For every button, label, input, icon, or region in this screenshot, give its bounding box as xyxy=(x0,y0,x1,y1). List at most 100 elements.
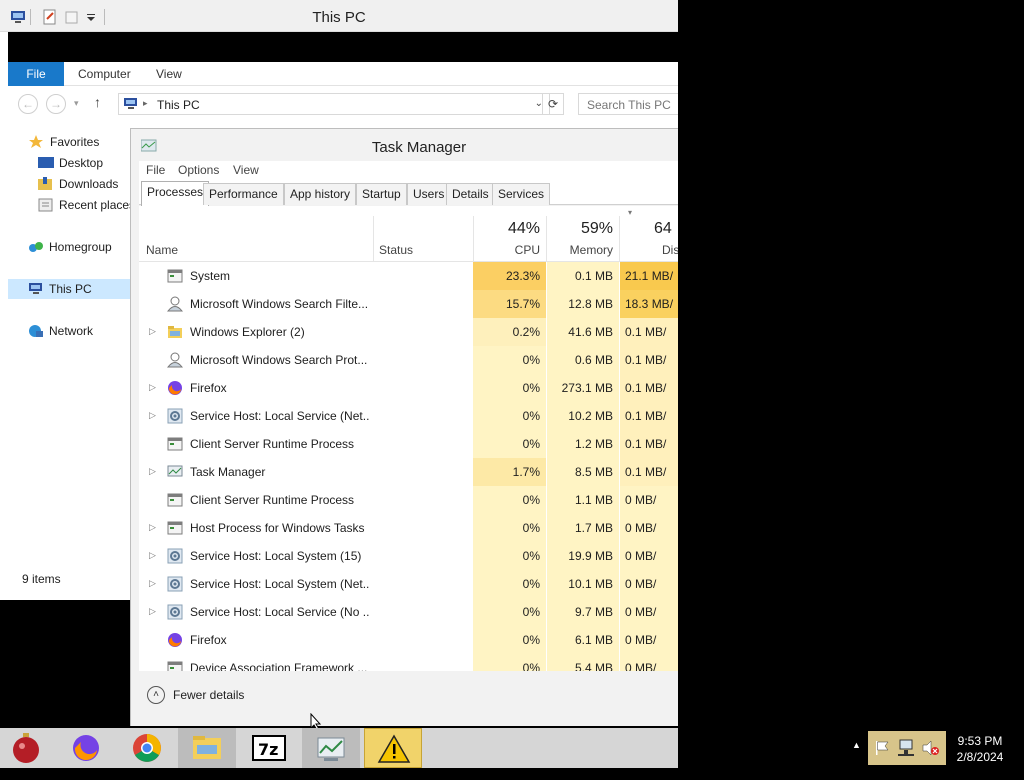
table-row[interactable]: ▷ Service Host: Local Service (No ... 0% 9.… xyxy=(139,598,678,626)
disk-value: 18.3 MB/ xyxy=(625,297,674,311)
nav-this-pc[interactable]: This PC xyxy=(8,279,130,299)
table-row[interactable]: Client Server Runtime Process 0% 1.2 MB 0.1… xyxy=(139,430,678,458)
process-name: System xyxy=(190,269,231,283)
column-cpu[interactable]: CPU xyxy=(473,243,540,257)
nav-label: This PC xyxy=(49,282,92,296)
expand-arrow-icon[interactable]: ▷ xyxy=(149,382,156,393)
refresh-button[interactable]: ⟳ xyxy=(542,93,564,115)
action-center-flag-icon[interactable] xyxy=(874,740,890,780)
column-name[interactable]: Name xyxy=(146,243,178,257)
taskbar: 7z ▲ 9:53 PM 2/8/2024 xyxy=(0,728,1024,768)
expand-arrow-icon[interactable]: ▷ xyxy=(149,466,156,477)
address-bar[interactable]: ▸ This PC ⌄ xyxy=(118,93,550,115)
memory-total: 59% xyxy=(580,220,613,237)
table-row[interactable]: Microsoft Windows Search Prot... 0% 0.6 MB… xyxy=(139,346,678,374)
cpu-value: 0% xyxy=(522,409,540,423)
menu-options[interactable]: Options xyxy=(178,163,219,177)
memory-value: 6.1 MB xyxy=(574,633,613,647)
tab-computer[interactable]: Computer xyxy=(78,62,131,86)
table-row[interactable]: ▷ Task Manager 1.7% 8.5 MB 0.1 MB/ xyxy=(139,458,678,486)
disk-value: 0 MB/ xyxy=(625,633,657,647)
expand-arrow-icon[interactable]: ▷ xyxy=(149,522,156,533)
memory-value: 1.2 MB xyxy=(574,437,613,451)
table-row[interactable]: ▷ Service Host: Local System (Net... 0% 10.… xyxy=(139,570,678,598)
chevron-up-icon[interactable]: ˄ xyxy=(147,686,165,704)
memory-value: 10.2 MB xyxy=(568,409,613,423)
tab-app-history[interactable]: App history xyxy=(284,183,357,205)
explorer-titlebar[interactable]: This PC xyxy=(0,0,678,32)
nav-recent-places[interactable]: Recent places xyxy=(38,195,135,215)
menu-file[interactable]: File xyxy=(146,163,165,177)
volume-muted-icon[interactable] xyxy=(922,740,940,780)
column-status[interactable]: Status xyxy=(379,243,413,257)
table-row[interactable]: Client Server Runtime Process 0% 1.1 MB 0 M… xyxy=(139,486,678,514)
nav-desktop[interactable]: Desktop xyxy=(38,153,103,173)
file-explorer-icon[interactable] xyxy=(178,728,236,768)
column-memory[interactable]: Memory xyxy=(546,243,613,257)
firefox-icon xyxy=(167,632,183,648)
table-row[interactable]: ▷ Service Host: Local Service (Net... 0% 10… xyxy=(139,402,678,430)
tab-details[interactable]: Details xyxy=(446,183,495,205)
tab-file[interactable]: File xyxy=(8,62,64,86)
table-row[interactable]: System 23.3% 0.1 MB 21.1 MB/ xyxy=(139,262,678,290)
disk-total: 64 xyxy=(654,220,672,237)
forward-button[interactable]: → xyxy=(46,94,66,114)
tab-services[interactable]: Services xyxy=(492,183,551,205)
network-status-icon[interactable] xyxy=(896,738,916,778)
firefox-icon[interactable] xyxy=(57,728,115,768)
table-row[interactable]: Device Association Framework ... 0% 5.4 MB… xyxy=(139,654,678,671)
process-name: Client Server Runtime Process xyxy=(190,437,355,451)
disk-value: 0 MB/ xyxy=(625,493,657,507)
table-row[interactable]: ▷ Host Process for Windows Tasks 0% 1.7 MB 0… xyxy=(139,514,678,542)
show-hidden-icons-icon[interactable]: ▲ xyxy=(852,740,861,780)
expand-arrow-icon[interactable]: ▷ xyxy=(149,326,156,337)
expand-arrow-icon[interactable]: ▷ xyxy=(149,606,156,617)
fewer-details-button[interactable]: Fewer details xyxy=(173,688,244,702)
table-row[interactable]: ▷ Windows Explorer (2) 0.2% 41.6 MB 0.1 MB/ xyxy=(139,318,678,346)
recent-locations-icon[interactable]: ▾ xyxy=(74,98,79,109)
expand-arrow-icon[interactable]: ▷ xyxy=(149,410,156,421)
firefox-icon xyxy=(167,380,183,396)
nav-label: Network xyxy=(49,324,94,338)
task-manager-taskbar-icon[interactable] xyxy=(302,728,360,768)
computer-icon xyxy=(123,97,139,114)
process-name: Firefox xyxy=(190,633,227,647)
task-manager-titlebar[interactable]: Task Manager xyxy=(131,129,678,161)
back-button[interactable]: ← xyxy=(18,94,38,114)
gear-icon xyxy=(167,604,183,620)
expand-arrow-icon[interactable]: ▷ xyxy=(149,578,156,589)
menu-bar: File Options View xyxy=(139,161,678,181)
start-ornament-icon[interactable] xyxy=(0,728,58,768)
tab-view[interactable]: View xyxy=(156,62,182,86)
expand-arrow-icon[interactable]: ▷ xyxy=(149,550,156,561)
tab-processes[interactable]: Processes xyxy=(141,181,210,206)
nav-label: Homegroup xyxy=(49,240,112,254)
table-row[interactable]: ▷ Firefox 0% 273.1 MB 0.1 MB/ xyxy=(139,374,678,402)
nav-downloads[interactable]: Downloads xyxy=(38,174,118,194)
menu-view[interactable]: View xyxy=(233,163,259,177)
tab-users[interactable]: Users xyxy=(407,183,451,205)
warning-icon[interactable] xyxy=(364,728,422,768)
search-placeholder: Search This PC xyxy=(587,98,671,112)
chrome-icon[interactable] xyxy=(118,728,176,768)
chevron-right-icon[interactable]: ▸ xyxy=(143,98,148,109)
nav-favorites[interactable]: Favorites xyxy=(28,132,99,152)
nav-homegroup[interactable]: Homegroup xyxy=(28,237,112,257)
homegroup-icon xyxy=(28,240,44,254)
up-button[interactable]: ↑ xyxy=(94,94,101,110)
search-input[interactable]: Search This PC xyxy=(578,93,678,115)
tray-clock[interactable]: 9:53 PM 2/8/2024 xyxy=(950,733,1010,765)
cpu-total: 44% xyxy=(507,220,540,237)
memory-value: 41.6 MB xyxy=(568,325,613,339)
tab-performance[interactable]: Performance xyxy=(203,183,284,205)
nav-network[interactable]: Network xyxy=(28,321,93,341)
table-row[interactable]: ▷ Service Host: Local System (15) 0% 19.9 M… xyxy=(139,542,678,570)
computer-icon xyxy=(28,282,44,296)
process-name: Client Server Runtime Process xyxy=(190,493,355,507)
tab-startup[interactable]: Startup xyxy=(356,183,407,205)
application-icon xyxy=(167,520,183,536)
table-row[interactable]: Microsoft Windows Search Filte... 15.7% 12… xyxy=(139,290,678,318)
7zip-icon[interactable]: 7z xyxy=(240,728,298,768)
table-row[interactable]: Firefox 0% 6.1 MB 0 MB/ xyxy=(139,626,678,654)
column-disk[interactable]: Dis xyxy=(662,243,678,257)
